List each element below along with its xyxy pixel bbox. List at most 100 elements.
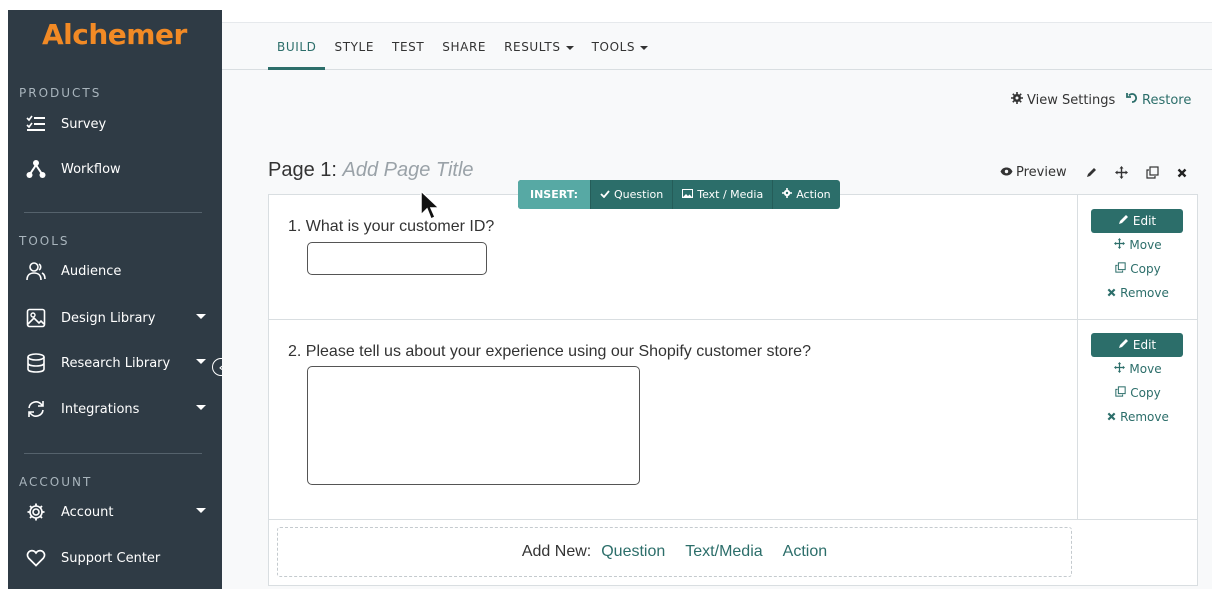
- image-icon: [682, 188, 694, 201]
- chevron-down-icon[interactable]: [196, 314, 206, 319]
- preview-button[interactable]: Preview: [1000, 165, 1067, 180]
- sidebar-item-research-library[interactable]: Research Library: [8, 347, 222, 379]
- preview-label: Preview: [1016, 165, 1067, 180]
- add-action-link[interactable]: Action: [783, 543, 827, 561]
- gear-icon: [782, 188, 793, 201]
- question-row: 2. Please tell us about your experience …: [269, 320, 1077, 520]
- workflow-icon: [25, 158, 47, 180]
- move-button[interactable]: Move: [1078, 362, 1198, 376]
- sidebar-item-label: Account: [61, 504, 114, 520]
- survey-list-icon: [25, 113, 47, 135]
- tab-test[interactable]: TEST: [383, 40, 433, 70]
- check-icon: [600, 188, 610, 201]
- edit-button[interactable]: Edit: [1091, 209, 1183, 233]
- close-icon: [1107, 410, 1116, 424]
- copy-icon: [1115, 262, 1126, 276]
- copy-button[interactable]: Copy: [1078, 386, 1198, 400]
- sidebar-item-workflow[interactable]: Workflow: [8, 153, 222, 185]
- tab-style[interactable]: STYLE: [325, 40, 383, 70]
- edit-label: Edit: [1132, 338, 1157, 352]
- database-icon: [25, 352, 47, 374]
- tab-label: TEST: [392, 40, 425, 54]
- survey-builder-main: View Settings Restore Page 1: Add Page T…: [222, 70, 1212, 589]
- sidebar-item-integrations[interactable]: Integrations: [8, 393, 222, 425]
- insert-toolbar: INSERT: Question Text / Media Action: [518, 180, 840, 209]
- sidebar-divider: [24, 212, 202, 213]
- restore-label: Restore: [1142, 92, 1192, 108]
- sidebar-item-account[interactable]: Account: [8, 496, 222, 528]
- move-label: Move: [1129, 238, 1162, 252]
- move-label: Move: [1129, 362, 1162, 376]
- sidebar-item-label: Support Center: [61, 550, 161, 566]
- sidebar-divider: [24, 453, 202, 454]
- tab-build[interactable]: BUILD: [268, 40, 326, 70]
- customer-id-input[interactable]: [307, 242, 487, 275]
- sidebar-item-label: Integrations: [61, 401, 140, 417]
- experience-textarea[interactable]: [307, 366, 640, 485]
- sidebar-item-label: Research Library: [61, 355, 171, 371]
- edit-button[interactable]: Edit: [1091, 333, 1183, 357]
- chevron-down-icon[interactable]: [196, 508, 206, 513]
- gear-icon: [1011, 92, 1023, 108]
- alchemer-logo[interactable]: Alchemer: [42, 18, 187, 51]
- pencil-icon[interactable]: [1085, 167, 1097, 179]
- mouse-cursor-icon: [420, 189, 442, 227]
- edit-label: Edit: [1132, 214, 1157, 228]
- sidebar-item-label: Audience: [61, 263, 122, 279]
- remove-button[interactable]: Remove: [1078, 410, 1198, 424]
- insert-action-label: Action: [796, 188, 831, 201]
- sidebar-item-support-center[interactable]: Support Center: [8, 542, 222, 574]
- sidebar-item-survey[interactable]: Survey: [8, 108, 222, 140]
- copy-button[interactable]: Copy: [1078, 262, 1198, 276]
- copy-icon: [1115, 386, 1126, 400]
- tab-label: SHARE: [442, 40, 487, 54]
- undo-icon: [1126, 92, 1138, 108]
- account-section-title: ACCOUNT: [19, 475, 93, 489]
- add-new-label: Add New:: [521, 543, 592, 560]
- close-icon[interactable]: [1177, 168, 1187, 178]
- sidebar-item-label: Workflow: [61, 161, 121, 177]
- page-tools: Preview: [1000, 165, 1187, 180]
- move-arrows-icon: [1114, 362, 1126, 376]
- move-button[interactable]: Move: [1078, 238, 1198, 252]
- insert-question-button[interactable]: Question: [590, 180, 672, 209]
- move-arrows-icon[interactable]: [1114, 166, 1128, 179]
- insert-text-media-button[interactable]: Text / Media: [672, 180, 772, 209]
- eye-icon: [1000, 165, 1013, 180]
- tab-share[interactable]: SHARE: [433, 40, 495, 70]
- chevron-down-icon[interactable]: [196, 405, 206, 410]
- add-question-link[interactable]: Question: [601, 543, 665, 561]
- pencil-icon: [1118, 338, 1129, 352]
- tab-tools[interactable]: TOOLS: [583, 40, 658, 70]
- page-title-prefix: Page 1:: [268, 159, 337, 181]
- question-text: 2. Please tell us about your experience …: [288, 343, 811, 360]
- top-navigation: BUILD STYLE TEST SHARE RESULTS TOOLS: [222, 22, 1212, 70]
- question-row: 1. What is your customer ID?: [269, 195, 1077, 320]
- tab-results[interactable]: RESULTS: [495, 40, 583, 70]
- page-title[interactable]: Page 1: Add Page Title: [268, 159, 474, 182]
- sidebar-item-label: Survey: [61, 116, 107, 132]
- tab-list: BUILD STYLE TEST SHARE RESULTS TOOLS: [268, 40, 657, 70]
- copy-label: Copy: [1130, 386, 1161, 400]
- tab-label: TOOLS: [591, 40, 636, 54]
- chevron-down-icon[interactable]: [196, 359, 206, 364]
- question-actions: Edit Move Copy Remove: [1077, 195, 1197, 320]
- sidebar-item-audience[interactable]: Audience: [8, 255, 222, 287]
- caret-down-icon: [640, 45, 649, 50]
- insert-action-button[interactable]: Action: [772, 180, 839, 209]
- tab-label: BUILD: [277, 40, 317, 54]
- remove-button[interactable]: Remove: [1078, 286, 1198, 300]
- question-text: 1. What is your customer ID?: [288, 218, 495, 235]
- audience-icon: [25, 260, 47, 282]
- copy-icon[interactable]: [1146, 166, 1159, 179]
- move-arrows-icon: [1114, 238, 1126, 252]
- add-text-media-link[interactable]: Text/Media: [685, 543, 762, 561]
- page-panel: 1. What is your customer ID? Edit Move C…: [268, 194, 1198, 586]
- copy-label: Copy: [1130, 262, 1161, 276]
- sidebar-item-label: Design Library: [61, 310, 156, 326]
- tab-label: RESULTS: [504, 40, 561, 54]
- restore-button[interactable]: Restore: [1126, 92, 1191, 108]
- remove-label: Remove: [1120, 286, 1169, 300]
- sidebar-item-design-library[interactable]: Design Library: [8, 302, 222, 334]
- view-settings-button[interactable]: View Settings: [1011, 92, 1115, 108]
